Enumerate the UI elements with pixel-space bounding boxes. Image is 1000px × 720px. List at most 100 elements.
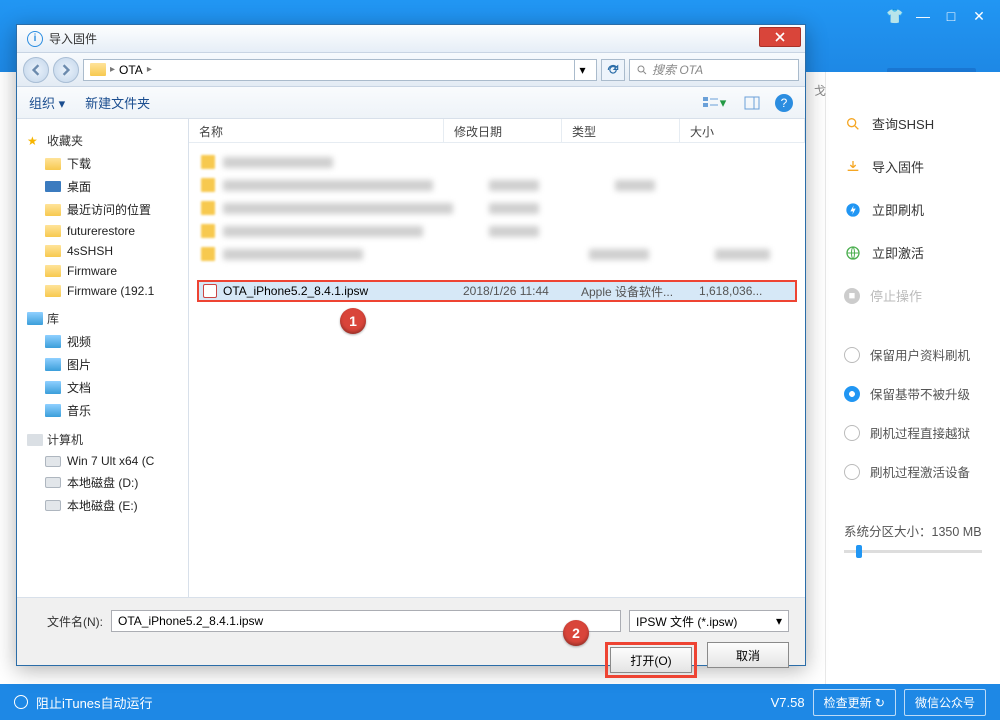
new-folder-button[interactable]: 新建文件夹: [85, 93, 150, 112]
search-sh-icon: [844, 115, 862, 133]
file-list-header[interactable]: 名称 修改日期 类型 大小: [189, 119, 805, 143]
sidebar-flash[interactable]: 立即刷机: [826, 188, 1000, 231]
tree-pictures[interactable]: 图片: [17, 353, 188, 376]
status-indicator-icon: [14, 695, 28, 709]
folder-icon: [45, 225, 61, 237]
sidebar-shsh[interactable]: 查询SHSH: [826, 102, 1000, 145]
flash-icon: [844, 201, 862, 219]
app-logo-icon: i: [27, 31, 43, 47]
ipsw-file-icon: [203, 284, 217, 298]
view-mode-button[interactable]: ▾: [699, 92, 729, 114]
radio-icon: [844, 425, 860, 441]
option-keep-baseband[interactable]: 保留基带不被升级: [826, 374, 1000, 413]
picture-icon: [45, 358, 61, 371]
radio-icon: [844, 464, 860, 480]
video-icon: [45, 335, 61, 348]
check-update-button[interactable]: 检查更新 ↻: [813, 689, 896, 716]
truncated-text: 戈: [814, 82, 826, 99]
filename-label: 文件名(N):: [33, 613, 103, 630]
library-icon: [27, 312, 43, 325]
document-icon: [45, 381, 61, 394]
filetype-select[interactable]: IPSW 文件 (*.ipsw)▾: [629, 610, 789, 632]
partition-size: 系统分区大小：1350 MB: [826, 521, 1000, 553]
tree-library[interactable]: 库: [17, 307, 188, 330]
help-button[interactable]: ?: [775, 94, 793, 112]
tree-computer[interactable]: 计算机: [17, 428, 188, 451]
tree-drive-e[interactable]: 本地磁盘 (E:): [17, 494, 188, 517]
tree-drive-d[interactable]: 本地磁盘 (D:): [17, 471, 188, 494]
open-button[interactable]: 打开(O): [610, 647, 692, 673]
col-name[interactable]: 名称: [189, 119, 444, 142]
tree-drive-c[interactable]: Win 7 Ult x64 (C: [17, 451, 188, 471]
sidebar-activate[interactable]: 立即激活: [826, 231, 1000, 274]
close-app-icon[interactable]: ✕: [970, 8, 988, 26]
breadcrumb-segment[interactable]: OTA: [119, 63, 143, 77]
drive-icon: [45, 500, 61, 511]
radio-icon: [844, 347, 860, 363]
tree-favorites[interactable]: ★收藏夹: [17, 129, 188, 152]
tree-recent[interactable]: 最近访问的位置: [17, 198, 188, 221]
file-open-dialog: i 导入固件 ▸ OTA ▸ ▾ 搜索 OTA 组织 ▾ 新建文件夹 ▾ ?: [16, 24, 806, 666]
option-activate[interactable]: 刷机过程激活设备: [826, 452, 1000, 491]
wechat-button[interactable]: 微信公众号: [904, 689, 986, 716]
file-date: 2018/1/26 11:44: [463, 284, 581, 298]
dialog-titlebar[interactable]: i 导入固件: [17, 25, 805, 53]
tree-folder[interactable]: Firmware (192.1: [17, 281, 188, 301]
tree-folder[interactable]: Firmware: [17, 261, 188, 281]
globe-icon: [844, 244, 862, 262]
file-row-selected[interactable]: OTA_iPhone5.2_8.4.1.ipsw 2018/1/26 11:44…: [197, 280, 797, 302]
shirt-icon[interactable]: 👕: [886, 8, 904, 26]
star-icon: ★: [27, 134, 43, 148]
tree-documents[interactable]: 文档: [17, 376, 188, 399]
cancel-button[interactable]: 取消: [707, 642, 789, 668]
file-size: 1,618,036...: [699, 284, 762, 298]
preview-pane-button[interactable]: [737, 92, 767, 114]
col-size[interactable]: 大小: [680, 119, 805, 142]
dialog-toolbar: 组织 ▾ 新建文件夹 ▾ ?: [17, 87, 805, 119]
folder-icon: [45, 245, 61, 257]
sidebar-import[interactable]: 导入固件: [826, 145, 1000, 188]
version-label: V7.58: [771, 695, 805, 710]
nav-forward-button[interactable]: [53, 57, 79, 83]
dialog-close-button[interactable]: [759, 27, 801, 47]
organize-menu[interactable]: 组织 ▾: [29, 93, 65, 112]
col-type[interactable]: 类型: [562, 119, 680, 142]
file-type: Apple 设备软件...: [581, 283, 699, 300]
sidebar-stop: ■停止操作: [826, 274, 1000, 317]
refresh-button[interactable]: [601, 59, 625, 81]
nav-back-button[interactable]: [23, 57, 49, 83]
recent-icon: [45, 204, 61, 216]
maximize-icon[interactable]: □: [942, 8, 960, 26]
option-jailbreak[interactable]: 刷机过程直接越狱: [826, 413, 1000, 452]
tree-music[interactable]: 音乐: [17, 399, 188, 422]
folder-icon: [45, 265, 61, 277]
breadcrumb-dropdown[interactable]: ▾: [574, 59, 590, 81]
chevron-right-icon: ▸: [110, 64, 115, 75]
col-date[interactable]: 修改日期: [444, 119, 562, 142]
import-icon: [844, 158, 862, 176]
dialog-title: 导入固件: [49, 30, 97, 47]
filename-input[interactable]: [111, 610, 621, 632]
tree-videos[interactable]: 视频: [17, 330, 188, 353]
tree-desktop[interactable]: 桌面: [17, 175, 188, 198]
folder-tree: ★收藏夹 下载 桌面 最近访问的位置 futurerestore 4sSHSH …: [17, 119, 189, 597]
tree-folder[interactable]: 4sSHSH: [17, 241, 188, 261]
drive-icon: [45, 456, 61, 467]
tree-downloads[interactable]: 下载: [17, 152, 188, 175]
minimize-icon[interactable]: —: [914, 8, 932, 26]
chevron-down-icon: ▾: [776, 614, 782, 628]
computer-icon: [27, 434, 43, 446]
breadcrumb[interactable]: ▸ OTA ▸ ▾: [83, 59, 597, 81]
right-sidebar: 戈 查询SHSH 导入固件 立即刷机 立即激活 ■停止操作 保留用户资料刷机 保…: [825, 72, 1000, 684]
status-bar: 阻止iTunes自动运行 V7.58 检查更新 ↻ 微信公众号: [0, 684, 1000, 720]
open-button-highlight: 打开(O): [605, 642, 697, 678]
drive-icon: [45, 477, 61, 488]
tree-folder[interactable]: futurerestore: [17, 221, 188, 241]
callout-2: 2: [563, 620, 589, 646]
status-text[interactable]: 阻止iTunes自动运行: [36, 693, 153, 712]
folder-icon: [45, 158, 61, 170]
desktop-icon: [45, 181, 61, 192]
search-input[interactable]: 搜索 OTA: [629, 59, 799, 81]
option-keep-user-data[interactable]: 保留用户资料刷机: [826, 335, 1000, 374]
partition-slider[interactable]: [844, 550, 982, 553]
